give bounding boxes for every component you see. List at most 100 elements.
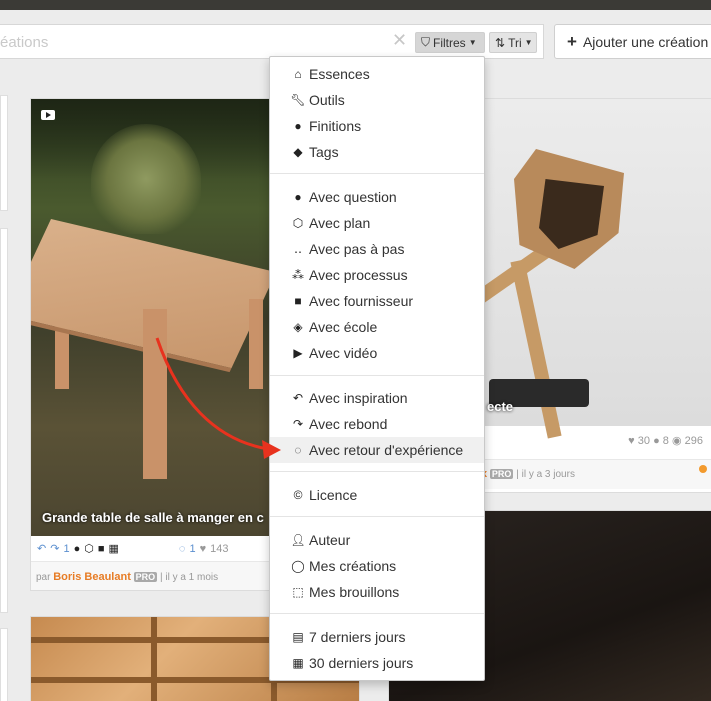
table-leg: [143, 309, 167, 479]
menu-item-auteur[interactable]: 👤︎ Auteur: [270, 527, 484, 553]
menu-item-avec-retour-experience[interactable]: ◌ Avec retour d'expérience: [270, 437, 484, 463]
question-bubble-icon: ●: [73, 542, 81, 555]
menu-item-outils[interactable]: 🔧︎ Outils: [270, 87, 484, 113]
author-prefix: par: [36, 572, 51, 583]
drop-icon: ●: [294, 119, 302, 133]
creation-title[interactable]: ecte: [487, 399, 513, 414]
comment-icon: ●: [653, 435, 660, 447]
top-bar: [0, 0, 711, 10]
filters-dropdown-button[interactable]: ⛉ Filtres ▼: [415, 32, 485, 53]
menu-item-avec-pas-a-pas[interactable]: ‥ Avec pas à pas: [270, 236, 484, 262]
menu-item-label: Auteur: [309, 532, 351, 548]
sitemap-icon: ⁂: [292, 268, 304, 282]
menu-item-label: Avec retour d'expérience: [309, 442, 464, 458]
add-creation-label: Ajouter une création: [582, 33, 709, 50]
heart-icon: ♥: [199, 542, 207, 555]
menu-item-avec-fournisseur[interactable]: ■ Avec fournisseur: [270, 288, 484, 314]
eye-icon: ◉: [671, 435, 682, 447]
feedback-bubble-icon: ◌: [178, 542, 186, 555]
pro-badge: PRO: [133, 572, 158, 582]
inspiration-icon: ↶: [37, 543, 47, 555]
comments-count: 8: [662, 435, 669, 447]
menu-divider: [270, 173, 484, 174]
creation-date: il y a 1 mois: [165, 572, 219, 583]
dashed-square-icon: ⬚: [292, 585, 304, 599]
lamp-arm: [510, 259, 562, 439]
left-sidebar-panel: [0, 628, 8, 701]
calendar-icon: ▤: [292, 630, 304, 644]
sort-label: Tri: [508, 35, 522, 50]
creation-date: il y a 3 jours: [521, 469, 575, 480]
menu-item-7-derniers-jours[interactable]: ▤ 7 derniers jours: [270, 624, 484, 650]
calendar-grid-icon: ▦: [292, 656, 304, 670]
menu-item-essences[interactable]: ⌂ Essences: [270, 61, 484, 87]
cube-icon: ⬡: [84, 543, 94, 555]
menu-item-mes-brouillons[interactable]: ⬚ Mes brouillons: [270, 579, 484, 605]
menu-item-label: Essences: [309, 66, 370, 82]
rebound-icon: ↷: [50, 543, 60, 555]
graduation-cap-icon: ◈: [293, 320, 303, 334]
plus-icon: +: [567, 31, 577, 51]
status-dot: [699, 465, 707, 473]
left-sidebar-panel: [0, 95, 8, 211]
cabinet-divider: [151, 617, 157, 701]
menu-item-30-derniers-jours[interactable]: ▦ 30 derniers jours: [270, 650, 484, 676]
menu-item-label: Avec processus: [309, 267, 408, 283]
clear-icon[interactable]: ✕: [392, 30, 407, 51]
left-sidebar-panel: [0, 228, 8, 613]
menu-item-label: Avec plan: [309, 215, 371, 231]
feedback-bubble-icon: ◌: [294, 443, 302, 457]
menu-divider: [270, 516, 484, 517]
likes-count: 30: [637, 435, 650, 447]
author-link[interactable]: Boris Beaulant: [53, 571, 131, 583]
menu-item-avec-question[interactable]: ● Avec question: [270, 184, 484, 210]
menu-item-avec-rebond[interactable]: ↷ Avec rebond: [270, 411, 484, 437]
menu-item-label: 30 derniers jours: [309, 655, 414, 671]
menu-item-label: Tags: [309, 144, 339, 160]
creation-stats: ↶ ↷ 1 ● ⬡ ■ ▦ ◌ 1 ♥ 143: [37, 542, 228, 556]
menu-item-licence[interactable]: © Licence: [270, 482, 484, 508]
menu-item-label: Avec rebond: [309, 416, 388, 432]
menu-item-avec-inspiration[interactable]: ↶ Avec inspiration: [270, 385, 484, 411]
pro-badge: PRO: [489, 469, 514, 479]
truck-icon: ■: [97, 542, 105, 555]
heart-icon: ♥: [628, 435, 635, 447]
grid-icon: ▦: [108, 543, 119, 555]
photo-plants: [91, 124, 201, 234]
video-icon: [41, 110, 55, 120]
sort-icon: ⇅: [495, 35, 506, 50]
footsteps-icon: ‥: [293, 242, 302, 256]
search-bar[interactable]: éations ✕ ⛉ Filtres ▼ ⇅ Tri ▼: [0, 24, 544, 59]
tag-icon: ◆: [293, 145, 303, 159]
menu-item-tags[interactable]: ◆ Tags: [270, 139, 484, 165]
add-creation-button[interactable]: + Ajouter une création: [554, 24, 711, 59]
menu-item-label: 7 derniers jours: [309, 629, 406, 645]
table-leg: [249, 299, 263, 389]
menu-item-label: Mes créations: [309, 558, 397, 574]
menu-item-finitions[interactable]: ● Finitions: [270, 113, 484, 139]
tree-icon: ⌂: [294, 67, 302, 81]
menu-item-label: Outils: [309, 92, 345, 108]
menu-item-avec-ecole[interactable]: ◈ Avec école: [270, 314, 484, 340]
menu-divider: [270, 471, 484, 472]
truck-icon: ■: [294, 294, 302, 308]
menu-item-label: Finitions: [309, 118, 362, 134]
sort-dropdown-button[interactable]: ⇅ Tri ▼: [489, 32, 537, 53]
menu-item-label: Avec école: [309, 319, 378, 335]
menu-item-label: Avec question: [309, 189, 397, 205]
question-bubble-icon: ●: [294, 190, 302, 204]
views-count: 296: [684, 435, 703, 447]
search-input[interactable]: éations: [0, 34, 48, 51]
menu-item-avec-processus[interactable]: ⁂ Avec processus: [270, 262, 484, 288]
menu-item-mes-creations[interactable]: ◯ Mes créations: [270, 553, 484, 579]
inspiration-count: 1: [63, 542, 70, 555]
menu-item-label: Mes brouillons: [309, 584, 400, 600]
caret-down-icon: ▼: [468, 38, 477, 47]
menu-item-label: Avec vidéo: [309, 345, 378, 361]
funnel-icon: ⛉: [421, 35, 431, 49]
menu-item-avec-plan[interactable]: ⬡ Avec plan: [270, 210, 484, 236]
creation-title[interactable]: Grande table de salle à manger en c: [42, 510, 264, 525]
caret-down-icon: ▼: [524, 38, 533, 47]
user-icon: 👤︎: [290, 533, 306, 547]
menu-item-avec-video[interactable]: ▶ Avec vidéo: [270, 340, 484, 366]
